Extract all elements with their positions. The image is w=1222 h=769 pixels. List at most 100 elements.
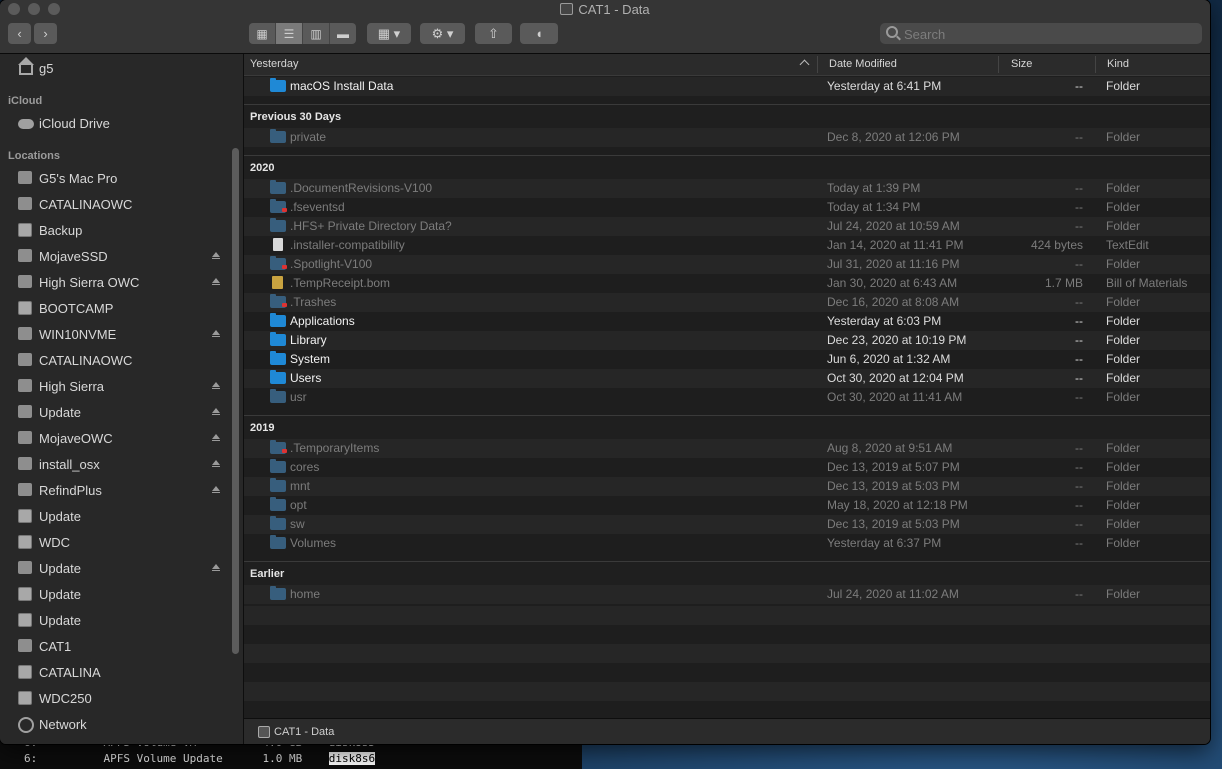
sidebar-item[interactable]: MojaveSSD bbox=[0, 245, 230, 269]
table-row[interactable]: .Spotlight-V100 Jul 31, 2020 at 11:16 PM -… bbox=[244, 255, 1210, 274]
column-header-date[interactable]: Date Modified bbox=[829, 58, 897, 70]
eject-icon[interactable] bbox=[212, 408, 220, 415]
column-divider[interactable] bbox=[817, 56, 818, 73]
date-modified: Today at 1:34 PM bbox=[827, 200, 921, 214]
file-kind: Folder bbox=[1106, 333, 1141, 347]
table-row[interactable]: Volumes Yesterday at 6:37 PM -- Folder bbox=[244, 534, 1210, 553]
search-field[interactable] bbox=[880, 23, 1202, 46]
file-kind: Folder bbox=[1106, 130, 1141, 144]
sidebar-item[interactable]: CATALINA bbox=[0, 661, 230, 685]
eject-icon[interactable] bbox=[212, 486, 220, 493]
sidebar-item[interactable]: Backup bbox=[0, 219, 230, 243]
table-row[interactable]: .DocumentRevisions-V100 Today at 1:39 PM -… bbox=[244, 179, 1210, 198]
table-row[interactable]: private Dec 8, 2020 at 12:06 PM -- Folder bbox=[244, 128, 1210, 147]
sidebar-item[interactable]: install_osx bbox=[0, 453, 230, 477]
sidebar-scrollbar[interactable] bbox=[232, 148, 239, 654]
file-name: cores bbox=[290, 460, 320, 474]
path-bar-item[interactable]: CAT1 - Data bbox=[274, 726, 334, 738]
sidebar-item[interactable]: Update bbox=[0, 609, 230, 633]
column-divider[interactable] bbox=[998, 56, 999, 73]
table-row[interactable]: home Jul 24, 2020 at 11:02 AM -- Folder bbox=[244, 585, 1210, 604]
eject-icon[interactable] bbox=[212, 252, 220, 259]
file-size: -- bbox=[1075, 390, 1083, 404]
date-modified: Jul 24, 2020 at 11:02 AM bbox=[827, 587, 959, 601]
sidebar-section-heading: Locations bbox=[8, 150, 60, 162]
network-icon bbox=[18, 717, 34, 733]
sidebar-item[interactable]: High Sierra bbox=[0, 375, 230, 399]
table-row[interactable]: mnt Dec 13, 2019 at 5:03 PM -- Folder bbox=[244, 477, 1210, 496]
group-by-button[interactable]: ▦ ▾ bbox=[367, 23, 411, 44]
table-row[interactable]: Library Dec 23, 2020 at 10:19 PM -- Folder bbox=[244, 331, 1210, 350]
sidebar-item-label: Update bbox=[39, 405, 81, 420]
group-header-label: 2019 bbox=[250, 422, 275, 434]
file-kind: Folder bbox=[1106, 390, 1141, 404]
eject-icon[interactable] bbox=[212, 330, 220, 337]
table-row[interactable]: sw Dec 13, 2019 at 5:03 PM -- Folder bbox=[244, 515, 1210, 534]
file-name: .Trashes bbox=[290, 295, 337, 309]
column-view-button[interactable]: ▥ bbox=[303, 23, 330, 44]
table-row[interactable]: .HFS+ Private Directory Data? Jul 24, 202… bbox=[244, 217, 1210, 236]
sidebar-item[interactable]: CATALINAOWC bbox=[0, 349, 230, 373]
empty-row bbox=[244, 644, 1210, 663]
sidebar-item[interactable]: RefindPlus bbox=[0, 479, 230, 503]
date-modified: Jul 24, 2020 at 10:59 AM bbox=[827, 219, 960, 233]
forward-button[interactable]: › bbox=[34, 23, 57, 44]
table-row[interactable]: .TempReceipt.bom Jan 30, 2020 at 6:43 AM 1… bbox=[244, 274, 1210, 293]
eject-icon[interactable] bbox=[212, 460, 220, 467]
sidebar-item[interactable]: CAT1 bbox=[0, 635, 230, 659]
window-title: CAT1 - Data bbox=[0, 2, 1210, 17]
sidebar-item[interactable]: High Sierra OWC bbox=[0, 271, 230, 295]
column-divider[interactable] bbox=[1095, 56, 1096, 73]
eject-icon[interactable] bbox=[212, 278, 220, 285]
folder-icon bbox=[270, 459, 286, 473]
eject-icon[interactable] bbox=[212, 434, 220, 441]
sidebar-item[interactable]: g5 bbox=[0, 57, 230, 81]
tags-button[interactable]: ◖ bbox=[520, 23, 558, 44]
column-header-kind[interactable]: Kind bbox=[1107, 58, 1129, 70]
sidebar-item[interactable]: MojaveOWC bbox=[0, 427, 230, 451]
sidebar-item[interactable]: Update bbox=[0, 557, 230, 581]
table-row[interactable]: System Jun 6, 2020 at 1:32 AM -- Folder bbox=[244, 350, 1210, 369]
sidebar-item[interactable]: iCloud Drive bbox=[0, 112, 230, 136]
sidebar-item[interactable]: Update bbox=[0, 401, 230, 425]
eject-icon[interactable] bbox=[212, 564, 220, 571]
table-row[interactable]: .installer-compatibility Jan 14, 2020 at … bbox=[244, 236, 1210, 255]
restricted-badge-icon bbox=[282, 303, 287, 307]
drive-icon bbox=[18, 275, 32, 288]
sidebar-item[interactable]: Update bbox=[0, 583, 230, 607]
column-header-size[interactable]: Size bbox=[1011, 58, 1032, 70]
sidebar-item[interactable]: WIN10NVME bbox=[0, 323, 230, 347]
eject-icon[interactable] bbox=[212, 382, 220, 389]
back-button[interactable]: ‹ bbox=[8, 23, 31, 44]
list-view-button[interactable]: ☰ bbox=[276, 23, 303, 44]
sidebar-item[interactable]: G5's Mac Pro bbox=[0, 167, 230, 191]
sidebar-item[interactable]: Update bbox=[0, 505, 230, 529]
folder-icon bbox=[270, 313, 286, 327]
file-name: usr bbox=[290, 390, 307, 404]
sidebar-item[interactable]: BOOTCAMP bbox=[0, 297, 230, 321]
search-input[interactable] bbox=[902, 23, 1196, 46]
icon-view-button[interactable]: ▦ bbox=[249, 23, 276, 44]
gallery-view-button[interactable]: ▬ bbox=[330, 23, 356, 44]
table-row[interactable]: .TemporaryItems Aug 8, 2020 at 9:51 AM -- F… bbox=[244, 439, 1210, 458]
table-row[interactable]: .Trashes Dec 16, 2020 at 8:08 AM -- Folder bbox=[244, 293, 1210, 312]
sidebar-item[interactable]: Network bbox=[0, 713, 230, 737]
table-row[interactable]: usr Oct 30, 2020 at 11:41 AM -- Folder bbox=[244, 388, 1210, 407]
grid-icon: ▦ ▾ bbox=[377, 25, 401, 41]
sidebar-item[interactable]: WDC250 bbox=[0, 687, 230, 711]
folder-icon bbox=[270, 478, 286, 492]
sidebar-item[interactable]: WDC bbox=[0, 531, 230, 555]
path-bar: CAT1 - Data bbox=[244, 718, 1210, 744]
file-size: 424 bytes bbox=[1030, 238, 1083, 252]
share-button[interactable]: ⇧ bbox=[475, 23, 512, 44]
sidebar-item[interactable]: CATALINAOWC bbox=[0, 193, 230, 217]
table-row[interactable]: opt May 18, 2020 at 12:18 PM -- Folder bbox=[244, 496, 1210, 515]
table-row[interactable]: Users Oct 30, 2020 at 12:04 PM -- Folder bbox=[244, 369, 1210, 388]
table-row[interactable]: Applications Yesterday at 6:03 PM -- Folder bbox=[244, 312, 1210, 331]
column-header-name[interactable]: Yesterday bbox=[250, 58, 299, 70]
table-row[interactable]: macOS Install Data Yesterday at 6:41 PM --… bbox=[244, 77, 1210, 96]
table-row[interactable]: cores Dec 13, 2019 at 5:07 PM -- Folder bbox=[244, 458, 1210, 477]
table-row[interactable]: .fseventsd Today at 1:34 PM -- Folder bbox=[244, 198, 1210, 217]
folder-icon bbox=[270, 370, 286, 384]
action-button[interactable]: ⚙ ▾ bbox=[420, 23, 465, 44]
